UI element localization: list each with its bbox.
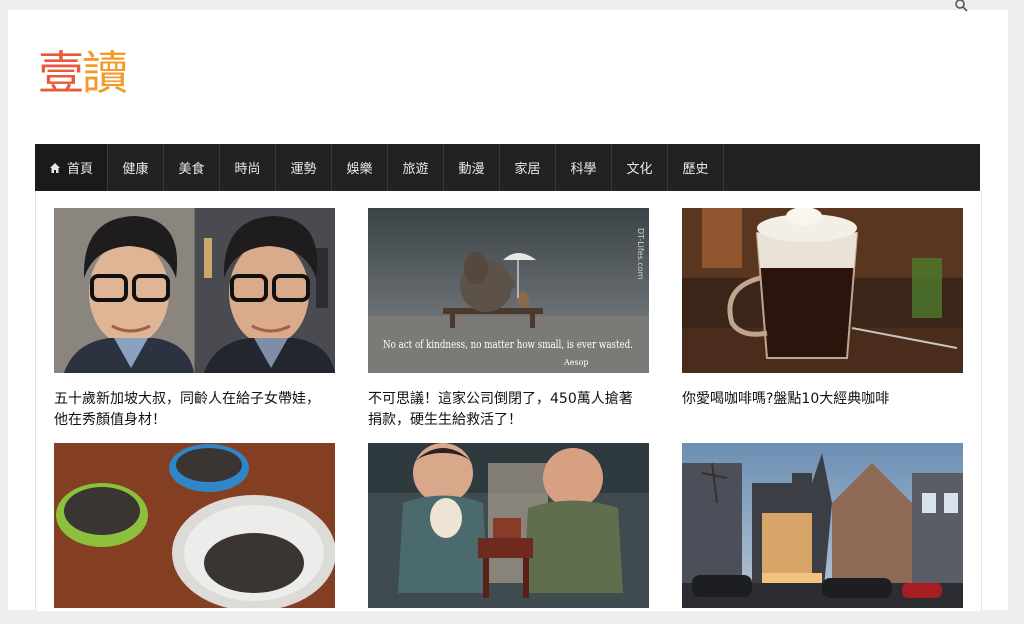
nav-item-anime[interactable]: 動漫 — [444, 144, 500, 191]
image-quote-author: Aesop — [563, 358, 589, 367]
coffee-glass-photo — [682, 208, 963, 373]
article-thumbnail[interactable] — [682, 208, 963, 373]
nav-item-label: 動漫 — [458, 162, 485, 177]
nav-item-entertainment[interactable]: 娛樂 — [332, 144, 388, 191]
nav-item-label: 文化 — [626, 162, 653, 177]
article-title[interactable]: 你愛喝咖啡嗎?盤點10大經典咖啡 — [682, 389, 952, 410]
nav-item-science[interactable]: 科學 — [556, 144, 612, 191]
nav-item-history[interactable]: 歷史 — [668, 144, 724, 191]
nav-item-label: 歷史 — [682, 162, 709, 177]
search-icon[interactable] — [954, 0, 968, 12]
article-card[interactable] — [54, 443, 335, 624]
logo-char-1: 壹 — [38, 46, 84, 100]
nav-item-label: 首頁 — [66, 162, 93, 177]
image-watermark: DT-Lifes.com — [636, 228, 645, 280]
article-thumbnail[interactable] — [54, 443, 335, 608]
main-nav: 首頁 健康 美食 時尚 運勢 娛樂 旅遊 動漫 家居 科學 文化 歷史 — [35, 144, 980, 191]
elephant-bench-rain-photo: DT-Lifes.com No act of kindness, no matt… — [368, 208, 649, 373]
nav-item-home-living[interactable]: 家居 — [500, 144, 556, 191]
image-quote-line: No act of kindness, no matter how small,… — [383, 338, 633, 351]
nav-item-fashion[interactable]: 時尚 — [220, 144, 276, 191]
article-thumbnail[interactable] — [54, 208, 335, 373]
modern-house-evening-photo — [682, 443, 963, 608]
article-title[interactable]: 五十歲新加坡大叔，同齡人在給子女帶娃，他在秀顏值身材！ — [54, 389, 324, 431]
nav-item-horoscope[interactable]: 運勢 — [276, 144, 332, 191]
man-with-glasses-photo — [54, 208, 335, 373]
nav-item-culture[interactable]: 文化 — [612, 144, 668, 191]
nav-item-health[interactable]: 健康 — [108, 144, 164, 191]
site-logo[interactable]: 壹讀 — [38, 50, 128, 96]
article-thumbnail[interactable] — [682, 443, 963, 608]
nav-item-label: 家居 — [514, 162, 541, 177]
article-card[interactable] — [368, 443, 649, 624]
article-card[interactable]: DT-Lifes.com No act of kindness, no matt… — [368, 208, 649, 431]
nav-item-label: 健康 — [122, 162, 149, 177]
page: 壹讀 首頁 健康 美食 時尚 運勢 娛樂 旅遊 動漫 家居 科學 文化 歷史 五… — [8, 0, 1008, 611]
nav-item-label: 娛樂 — [346, 162, 373, 177]
nav-item-label: 運勢 — [290, 162, 317, 177]
article-thumbnail[interactable] — [368, 443, 649, 608]
nav-item-food[interactable]: 美食 — [164, 144, 220, 191]
article-card[interactable] — [682, 443, 963, 624]
nav-item-label: 美食 — [178, 162, 205, 177]
article-title[interactable]: 不可思議！這家公司倒閉了，450萬人搶著捐款，硬生生給救活了！ — [368, 389, 638, 431]
sunflower-seeds-bowls-photo — [54, 443, 335, 608]
article-grid: 五十歲新加坡大叔，同齡人在給子女帶娃，他在秀顏值身材！ DT-Lifes.com… — [35, 191, 982, 611]
article-thumbnail[interactable]: DT-Lifes.com No act of kindness, no matt… — [368, 208, 649, 373]
nav-item-travel[interactable]: 旅遊 — [388, 144, 444, 191]
home-icon — [49, 162, 60, 173]
nav-item-home[interactable]: 首頁 — [35, 144, 108, 191]
logo-char-2: 讀 — [82, 46, 128, 100]
article-card[interactable]: 五十歲新加坡大叔，同齡人在給子女帶娃，他在秀顏值身材！ — [54, 208, 335, 431]
nav-item-label: 時尚 — [234, 162, 261, 177]
nav-item-label: 旅遊 — [402, 162, 429, 177]
nav-item-label: 科學 — [570, 162, 597, 177]
article-card[interactable]: 你愛喝咖啡嗎?盤點10大經典咖啡 — [682, 208, 963, 410]
figurines-tea-photo — [368, 443, 649, 608]
